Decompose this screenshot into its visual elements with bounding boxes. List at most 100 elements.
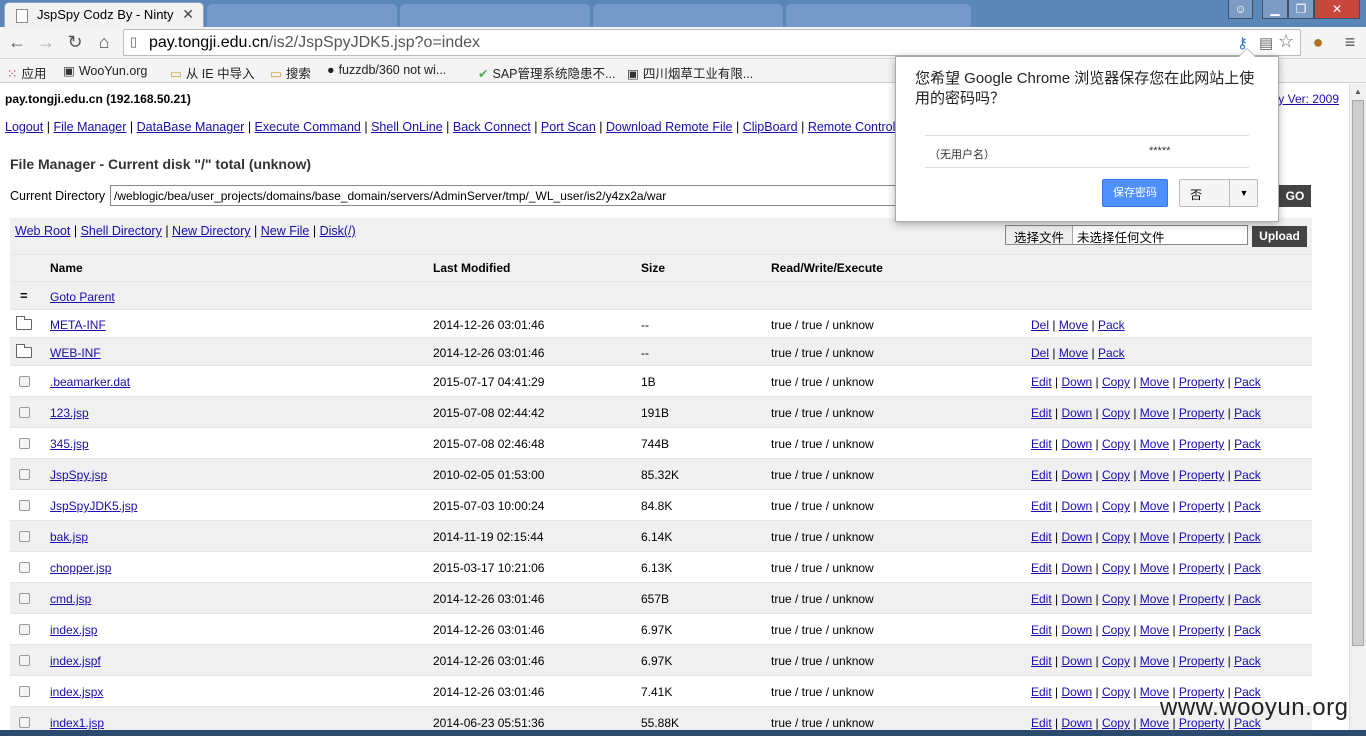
bookmark-ie-import[interactable]: ▭ 从 IE 中导入 <box>170 63 255 82</box>
action-pack[interactable]: Pack <box>1234 499 1261 513</box>
action-del[interactable]: Del <box>1031 318 1049 332</box>
translate-icon[interactable]: ▤ <box>1259 34 1273 52</box>
no-button[interactable]: 否 ▼ <box>1179 179 1258 207</box>
action-pack[interactable]: Pack <box>1234 406 1261 420</box>
file-name-link[interactable]: index1.jsp <box>50 716 104 730</box>
file-name-link[interactable]: index.jspf <box>50 654 101 668</box>
bookmark-apps[interactable]: ⁙ 应用 <box>7 63 47 82</box>
file-name-link[interactable]: META-INF <box>50 318 106 332</box>
minimize-icon[interactable]: ▁ <box>1262 0 1288 19</box>
file-name-link[interactable]: 123.jsp <box>50 406 89 420</box>
action-pack[interactable]: Pack <box>1234 561 1261 575</box>
bookmark-star-icon[interactable]: ☆ <box>1278 31 1294 52</box>
forward-icon[interactable]: → <box>34 30 58 54</box>
action-down[interactable]: Down <box>1061 561 1092 575</box>
action-down[interactable]: Down <box>1061 437 1092 451</box>
home-icon[interactable]: ⌂ <box>92 30 116 54</box>
action-property[interactable]: Property <box>1179 406 1224 420</box>
action-down[interactable]: Down <box>1061 623 1092 637</box>
action-edit[interactable]: Edit <box>1031 716 1052 730</box>
action-edit[interactable]: Edit <box>1031 530 1052 544</box>
close-window-icon[interactable]: ✕ <box>1314 0 1360 19</box>
checkbox[interactable] <box>19 593 30 604</box>
action-down[interactable]: Down <box>1061 530 1092 544</box>
address-bar[interactable]: ▯ pay.tongji.edu.cn/is2/JspSpyJDK5.jsp?o… <box>123 29 1301 56</box>
cookie-extension-icon[interactable]: ● <box>1306 30 1330 54</box>
checkbox[interactable] <box>19 438 30 449</box>
action-move[interactable]: Move <box>1059 346 1088 360</box>
bookmark-fuzzdb[interactable]: ● fuzzdb/360 not wi... <box>327 63 446 77</box>
bookmark-search[interactable]: ▭ 搜索 <box>270 63 311 82</box>
file-name-link[interactable]: JspSpyJDK5.jsp <box>50 499 137 513</box>
action-edit[interactable]: Edit <box>1031 406 1052 420</box>
menu-icon[interactable]: ≡ <box>1338 30 1362 54</box>
action-edit[interactable]: Edit <box>1031 685 1052 699</box>
file-name-link[interactable]: JspSpy.jsp <box>50 468 107 482</box>
checkbox[interactable] <box>19 655 30 666</box>
go-button[interactable]: GO <box>1279 185 1311 207</box>
action-edit[interactable]: Edit <box>1031 437 1052 451</box>
action-property[interactable]: Property <box>1179 530 1224 544</box>
file-name-link[interactable]: bak.jsp <box>50 530 88 544</box>
bookmark-sap[interactable]: ✔ SAP管理系统隐患不... <box>478 63 615 82</box>
action-pack[interactable]: Pack <box>1234 592 1261 606</box>
scroll-up-icon[interactable]: ▲ <box>1354 87 1362 96</box>
file-chooser[interactable]: 选择文件 未选择任何文件 <box>1005 225 1248 245</box>
action-down[interactable]: Down <box>1061 468 1092 482</box>
back-icon[interactable]: ← <box>5 30 29 54</box>
action-copy[interactable]: Copy <box>1102 499 1130 513</box>
file-name-link[interactable]: .beamarker.dat <box>50 375 130 389</box>
action-copy[interactable]: Copy <box>1102 654 1130 668</box>
file-name-link[interactable]: chopper.jsp <box>50 561 111 575</box>
action-edit[interactable]: Edit <box>1031 623 1052 637</box>
action-move[interactable]: Move <box>1140 623 1169 637</box>
action-property[interactable]: Property <box>1179 654 1224 668</box>
menu-execute-command[interactable]: Execute Command <box>255 120 361 134</box>
action-property[interactable]: Property <box>1179 561 1224 575</box>
action-down[interactable]: Down <box>1061 592 1092 606</box>
browser-tab[interactable] <box>400 4 590 27</box>
action-property[interactable]: Property <box>1179 623 1224 637</box>
action-down[interactable]: Down <box>1061 375 1092 389</box>
action-down[interactable]: Down <box>1061 406 1092 420</box>
link-new-directory[interactable]: New Directory <box>172 224 251 238</box>
action-edit[interactable]: Edit <box>1031 468 1052 482</box>
browser-tab-active[interactable]: JspSpy Codz By - Ninty ✕ <box>4 2 204 27</box>
action-edit[interactable]: Edit <box>1031 561 1052 575</box>
menu-logout[interactable]: Logout <box>5 120 43 134</box>
browser-tab[interactable] <box>593 4 783 27</box>
bookmark-sichuan[interactable]: ▣ 四川烟草工业有限... <box>627 63 753 82</box>
action-copy[interactable]: Copy <box>1102 530 1130 544</box>
action-move[interactable]: Move <box>1140 499 1169 513</box>
link-disk[interactable]: Disk(/) <box>320 224 356 238</box>
action-copy[interactable]: Copy <box>1102 716 1130 730</box>
action-pack[interactable]: Pack <box>1234 468 1261 482</box>
checkbox[interactable] <box>19 469 30 480</box>
save-password-button[interactable]: 保存密码 <box>1102 179 1168 207</box>
checkbox[interactable] <box>19 407 30 418</box>
action-copy[interactable]: Copy <box>1102 685 1130 699</box>
menu-port-scan[interactable]: Port Scan <box>541 120 596 134</box>
goto-parent-link[interactable]: Goto Parent <box>50 290 115 304</box>
checkbox[interactable] <box>19 562 30 573</box>
link-shell-directory[interactable]: Shell Directory <box>81 224 162 238</box>
checkbox[interactable] <box>19 500 30 511</box>
checkbox[interactable] <box>19 376 30 387</box>
action-property[interactable]: Property <box>1179 437 1224 451</box>
action-del[interactable]: Del <box>1031 346 1049 360</box>
menu-remote-control[interactable]: Remote Control <box>808 120 896 134</box>
action-move[interactable]: Move <box>1140 375 1169 389</box>
vertical-scrollbar[interactable]: ▲ <box>1349 84 1366 736</box>
action-property[interactable]: Property <box>1179 592 1224 606</box>
choose-file-button[interactable]: 选择文件 <box>1006 226 1074 245</box>
menu-back-connect[interactable]: Back Connect <box>453 120 531 134</box>
action-property[interactable]: Property <box>1179 499 1224 513</box>
browser-tab[interactable] <box>786 4 971 27</box>
action-copy[interactable]: Copy <box>1102 623 1130 637</box>
action-down[interactable]: Down <box>1061 685 1092 699</box>
file-name-link[interactable]: WEB-INF <box>50 346 101 360</box>
file-name-link[interactable]: cmd.jsp <box>50 592 91 606</box>
menu-shell-online[interactable]: Shell OnLine <box>371 120 443 134</box>
reload-icon[interactable]: ↻ <box>63 30 87 54</box>
action-copy[interactable]: Copy <box>1102 437 1130 451</box>
